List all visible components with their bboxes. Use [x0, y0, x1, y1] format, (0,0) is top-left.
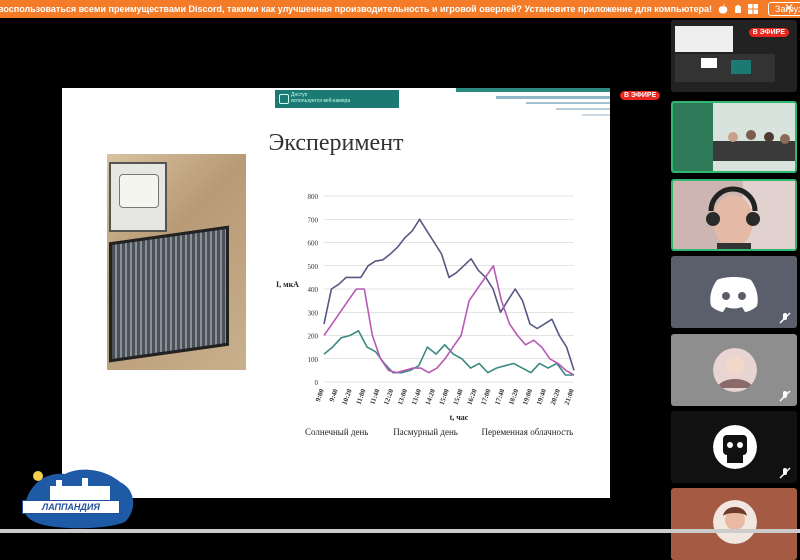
tile-live-badge: В ЭФИРЕ — [748, 28, 789, 37]
tile-student-headphones[interactable] — [671, 179, 797, 251]
x-tick-label: 11:40 — [368, 387, 381, 405]
lapplandia-logo — [24, 469, 134, 529]
y-tick-label: 100 — [308, 356, 319, 364]
logo-text: ЛАППАНДИЯ — [22, 500, 120, 514]
mic-muted-icon — [779, 390, 791, 402]
avatar — [713, 348, 757, 392]
legend-item-variable: Переменная облачность — [481, 427, 574, 437]
x-tick-label: 12:20 — [382, 387, 395, 406]
solar-panel — [109, 225, 229, 363]
x-tick-label: 9:40 — [328, 387, 340, 402]
y-tick-label: 700 — [308, 216, 319, 224]
mic-muted-icon — [779, 312, 791, 324]
avatar — [713, 500, 757, 544]
webcam-notice-line2: используется веб-камера — [291, 98, 351, 104]
y-tick-label: 400 — [308, 286, 319, 294]
banner-text: воспользоваться всеми преимуществами Dis… — [0, 4, 713, 14]
live-badge: В ЭФИРЕ — [620, 91, 661, 100]
avatar — [713, 425, 757, 469]
participants-sidebar: В ЭФИРЕ — [668, 18, 800, 560]
y-tick-label: 800 — [308, 193, 319, 201]
presentation-slide: Доступ используется веб-камера Экспериме… — [62, 88, 610, 498]
tile-conference-room[interactable] — [671, 101, 797, 173]
slide-decoration — [456, 88, 610, 116]
tile-discord-user[interactable] — [671, 256, 797, 328]
x-tick-label: 16:20 — [466, 387, 479, 406]
x-tick-label: 10:20 — [341, 387, 354, 406]
x-tick-label: 18:20 — [507, 387, 520, 406]
download-banner: воспользоваться всеми преимуществами Dis… — [0, 0, 800, 18]
tile-stream-preview[interactable]: В ЭФИРЕ — [671, 20, 797, 92]
x-tick-label: 15:40 — [452, 387, 465, 406]
x-tick-label: 14:20 — [424, 387, 437, 406]
webcam-notice[interactable]: Доступ используется веб-камера — [275, 90, 399, 108]
x-tick-label: 17:00 — [479, 387, 492, 406]
experiment-photo — [107, 154, 246, 370]
x-tick-label: 20:20 — [549, 387, 562, 406]
bottom-scrollbar[interactable] — [0, 529, 800, 533]
x-tick-label: 19:00 — [521, 387, 534, 406]
chart-legend: Солнечный день Пасмурный день Переменная… — [305, 427, 573, 437]
legend-item-cloudy: Пасмурный день — [393, 427, 458, 437]
close-icon[interactable]: ✕ — [784, 1, 794, 15]
y-tick-label: 600 — [308, 240, 319, 248]
tile-avatar-user-1[interactable] — [671, 334, 797, 406]
x-tick-label: 15:00 — [438, 387, 451, 406]
screen-share-stage: Доступ используется веб-камера Экспериме… — [0, 18, 668, 533]
android-icon[interactable] — [733, 4, 743, 14]
tile-avatar-user-2[interactable] — [671, 411, 797, 483]
os-icons — [718, 4, 759, 14]
y-tick-label: 300 — [308, 309, 319, 317]
legend-item-sunny: Солнечный день — [305, 427, 369, 437]
apple-icon[interactable] — [718, 4, 728, 14]
tile-avatar-user-3[interactable] — [671, 488, 797, 560]
x-tick-label: 13:40 — [410, 387, 423, 406]
y-tick-label: 200 — [308, 333, 319, 341]
y-tick-label: 500 — [308, 263, 319, 271]
x-tick-label: 11:00 — [355, 387, 368, 405]
series-line-1 — [323, 218, 575, 371]
slide-title: Эксперимент — [268, 130, 404, 156]
x-tick-label: 21:00 — [563, 387, 576, 406]
student-video — [673, 181, 795, 249]
windows-icon[interactable] — [748, 4, 759, 14]
camera-icon — [279, 94, 289, 104]
mic-muted-icon — [779, 467, 791, 479]
y-axis-label: I, мкА — [276, 280, 299, 289]
y-tick-label: 0 — [315, 379, 319, 387]
x-tick-label: 17:40 — [493, 387, 506, 406]
ammeter — [109, 162, 167, 232]
x-axis-label: t, час — [450, 413, 469, 422]
x-tick-label: 9:00 — [314, 387, 326, 402]
x-tick-label: 19:40 — [535, 387, 548, 406]
conference-video — [673, 103, 795, 171]
x-tick-label: 13:00 — [396, 387, 409, 406]
